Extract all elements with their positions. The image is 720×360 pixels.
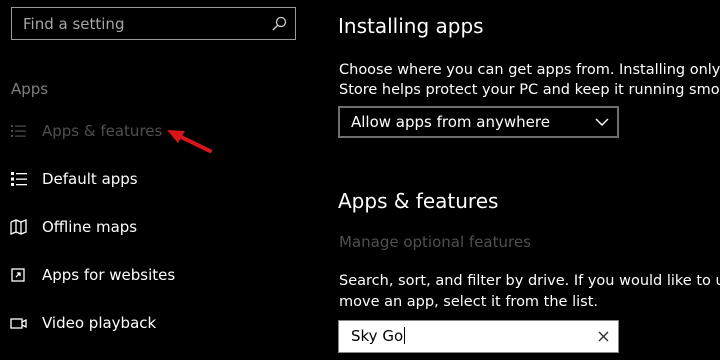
sidebar-item-video-playback[interactable]: Video playback bbox=[8, 307, 298, 339]
search-input[interactable]: Find a setting bbox=[11, 7, 296, 40]
sidebar-item-label: Default apps bbox=[42, 170, 138, 188]
offline-maps-icon bbox=[10, 219, 27, 235]
sidebar-item-label: Apps for websites bbox=[42, 266, 176, 284]
close-icon[interactable] bbox=[598, 331, 609, 342]
installing-description-line1: Choose where you can get apps from. Inst… bbox=[339, 62, 720, 78]
sidebar-item-default-apps[interactable]: Default apps bbox=[8, 163, 298, 195]
app-source-dropdown[interactable]: Allow apps from anywhere bbox=[338, 106, 619, 138]
settings-window: Find a setting Apps Apps & features Defa… bbox=[0, 0, 720, 360]
heading-installing-apps: Installing apps bbox=[338, 14, 484, 38]
sidebar-item-offline-maps[interactable]: Offline maps bbox=[8, 211, 298, 243]
dropdown-selected-value: Allow apps from anywhere bbox=[351, 113, 550, 131]
app-search-input[interactable]: Sky Go bbox=[338, 320, 619, 353]
heading-apps-features: Apps & features bbox=[338, 189, 499, 213]
section-label-apps: Apps bbox=[11, 80, 49, 98]
search-icon[interactable] bbox=[272, 16, 287, 31]
sidebar-item-apps-features[interactable]: Apps & features bbox=[8, 115, 298, 147]
chevron-down-icon bbox=[595, 118, 609, 126]
video-icon bbox=[10, 318, 27, 329]
sidebar-item-apps-for-websites[interactable]: Apps for websites bbox=[8, 259, 298, 291]
features-description-line2: move an app, select it from the list. bbox=[339, 294, 598, 310]
search-placeholder: Find a setting bbox=[23, 15, 125, 33]
apps-for-websites-icon bbox=[11, 268, 25, 282]
default-apps-icon bbox=[11, 172, 27, 186]
manage-optional-features-link[interactable]: Manage optional features bbox=[339, 233, 531, 251]
sidebar-item-label: Offline maps bbox=[42, 218, 138, 236]
features-description-line1: Search, sort, and filter by drive. If yo… bbox=[339, 273, 720, 289]
installing-description-line2: Store helps protect your PC and keep it … bbox=[339, 82, 720, 98]
sidebar-item-label: Video playback bbox=[42, 314, 157, 332]
sidebar-item-label: Apps & features bbox=[42, 122, 163, 140]
text-caret bbox=[404, 327, 406, 344]
app-search-value: Sky Go bbox=[351, 327, 406, 345]
annotation-arrow-icon bbox=[167, 130, 212, 153]
list-icon bbox=[11, 125, 26, 137]
